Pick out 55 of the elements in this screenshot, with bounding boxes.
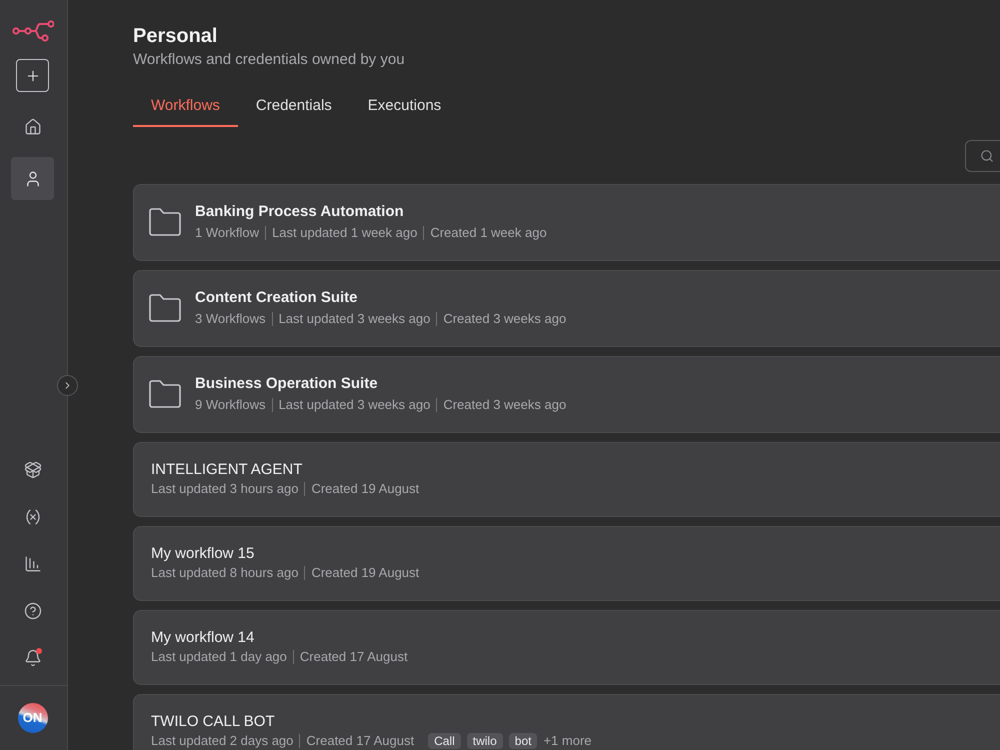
- meta-text: Created 3 weeks ago: [443, 310, 566, 328]
- workflow-card[interactable]: INTELLIGENT AGENT Last updated 3 hours ago Created 19 August: [133, 442, 1000, 517]
- workflow-name: TWILO CALL BOT: [151, 712, 276, 732]
- folder-name: Content Creation Suite: [195, 288, 359, 308]
- meta-text: 1 Workflow: [195, 224, 260, 242]
- meta-text: Last updated 2 days ago: [151, 732, 294, 750]
- bell-icon: [24, 648, 42, 666]
- bar-chart-icon: [24, 554, 42, 572]
- folder-icon: [149, 380, 181, 408]
- tab[interactable]: Workflows: [133, 96, 238, 127]
- meta-text: 9 Workflows: [195, 396, 266, 414]
- home-icon: [24, 118, 42, 136]
- page-subtitle: Workflows and credentials owned by you: [133, 50, 406, 70]
- folder-name: Business Operation Suite: [195, 374, 379, 394]
- add-button[interactable]: [16, 59, 49, 92]
- meta-text: Created 17 August: [300, 648, 408, 666]
- workflow-name: My workflow 15: [151, 544, 256, 564]
- folder-icon: [149, 208, 181, 236]
- tab[interactable]: Executions: [350, 96, 460, 127]
- help-icon: [24, 602, 42, 620]
- personal-button[interactable]: [11, 157, 54, 200]
- folder-card[interactable]: Content Creation Suite 3 Workflows Last updated 3 weeks ago Created 3 weeks ago: [133, 270, 1000, 347]
- workflow-card[interactable]: My workflow 14 Last updated 1 day ago Created 17 August: [133, 610, 1000, 685]
- folder-icon: [149, 294, 181, 322]
- workflow-card[interactable]: TWILO CALL BOT Last updated 2 days ago Created 17 August Call twilo bot +1 more: [133, 694, 1000, 750]
- workflow-name: INTELLIGENT AGENT: [151, 460, 304, 480]
- meta-text: Created 17 August: [306, 732, 414, 750]
- page-title: Personal: [133, 24, 218, 48]
- meta-text: 3 Workflows: [195, 310, 266, 328]
- meta-text: Created 1 week ago: [430, 224, 547, 242]
- folder-card[interactable]: Banking Process Automation 1 Workflow Last updated 1 week ago Created 1 week ago: [133, 184, 1000, 261]
- meta-text: Created 19 August: [311, 564, 420, 582]
- meta-text: Last updated 3 hours ago: [151, 480, 298, 498]
- workflow-card[interactable]: My workflow 15 Last updated 8 hours ago Created 19 August: [133, 526, 1000, 601]
- workflow-name: My workflow 14: [151, 628, 256, 648]
- search-icon: [980, 149, 994, 163]
- workflow-tag[interactable]: bot: [508, 733, 538, 749]
- workflow-tag[interactable]: Call: [428, 733, 461, 749]
- meta-text: Created 19 August: [311, 480, 420, 498]
- folder-card[interactable]: Business Operation Suite 9 Workflows Last updated 3 weeks ago Created 3 weeks ago: [133, 356, 1000, 433]
- folder-name: Banking Process Automation: [195, 202, 405, 222]
- meta-text: Last updated 3 weeks ago: [278, 310, 430, 328]
- meta-text: Last updated 1 day ago: [151, 648, 287, 666]
- meta-text: Last updated 1 week ago: [272, 224, 418, 242]
- meta-text: Last updated 8 hours ago: [151, 564, 298, 582]
- workflow-tag[interactable]: twilo: [466, 733, 503, 749]
- meta-text: Created 3 weeks ago: [443, 396, 566, 414]
- notification-dot-icon: [36, 648, 42, 654]
- more-tags-text[interactable]: +1 more: [543, 732, 592, 750]
- variable-icon: [24, 508, 42, 526]
- meta-text: Last updated 3 weeks ago: [278, 396, 430, 414]
- box-icon: [24, 460, 42, 478]
- logo-icon[interactable]: [12, 18, 54, 42]
- collapse-toggle-button[interactable]: [57, 375, 78, 396]
- tab[interactable]: Credentials: [238, 96, 350, 127]
